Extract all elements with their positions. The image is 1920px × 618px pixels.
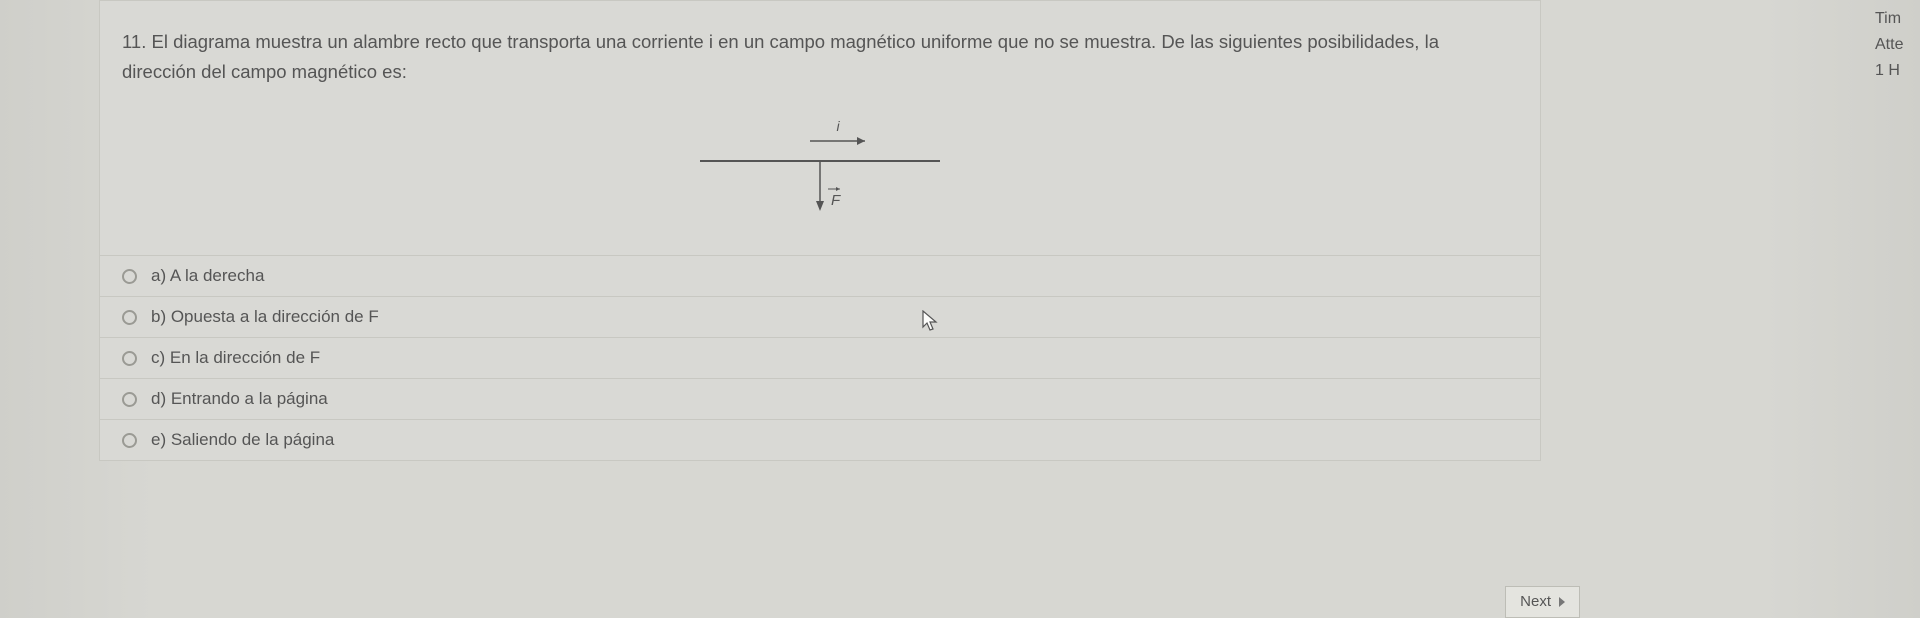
radio-icon: [122, 392, 137, 407]
options-list: a) A la derecha b) Opuesta a la direcció…: [100, 255, 1540, 460]
force-label: F: [831, 192, 841, 209]
option-label: b) Opuesta a la dirección de F: [151, 307, 379, 327]
chevron-right-icon: [1559, 597, 1565, 607]
question-card: 11. El diagrama muestra un alambre recto…: [99, 0, 1541, 461]
sidebar-info: Tim Atte 1 H: [1869, 0, 1920, 84]
option-b[interactable]: b) Opuesta a la dirección de F: [100, 297, 1540, 338]
option-label: d) Entrando a la página: [151, 389, 328, 409]
sidebar-attempt-label: Atte: [1875, 32, 1920, 58]
current-label: i: [836, 118, 840, 134]
next-button[interactable]: Next: [1505, 586, 1580, 618]
option-c[interactable]: c) En la dirección de F: [100, 338, 1540, 379]
question-text: 11. El diagrama muestra un alambre recto…: [100, 1, 1540, 95]
wire-force-diagram: i F: [690, 115, 950, 235]
question-diagram: i F: [100, 95, 1540, 255]
option-e[interactable]: e) Saliendo de la página: [100, 420, 1540, 460]
sidebar-time-value: 1 H: [1875, 58, 1920, 84]
option-label: c) En la dirección de F: [151, 348, 320, 368]
option-label: a) A la derecha: [151, 266, 264, 286]
radio-icon: [122, 433, 137, 448]
question-number: 11.: [122, 31, 146, 52]
sidebar-time-label: Tim: [1875, 6, 1920, 32]
radio-icon: [122, 310, 137, 325]
quiz-page: 11. El diagrama muestra un alambre recto…: [0, 0, 1920, 618]
radio-icon: [122, 351, 137, 366]
next-button-label: Next: [1520, 587, 1551, 617]
radio-icon: [122, 269, 137, 284]
option-a[interactable]: a) A la derecha: [100, 256, 1540, 297]
option-d[interactable]: d) Entrando a la página: [100, 379, 1540, 420]
question-body: El diagrama muestra un alambre recto que…: [122, 31, 1439, 82]
option-label: e) Saliendo de la página: [151, 430, 334, 450]
